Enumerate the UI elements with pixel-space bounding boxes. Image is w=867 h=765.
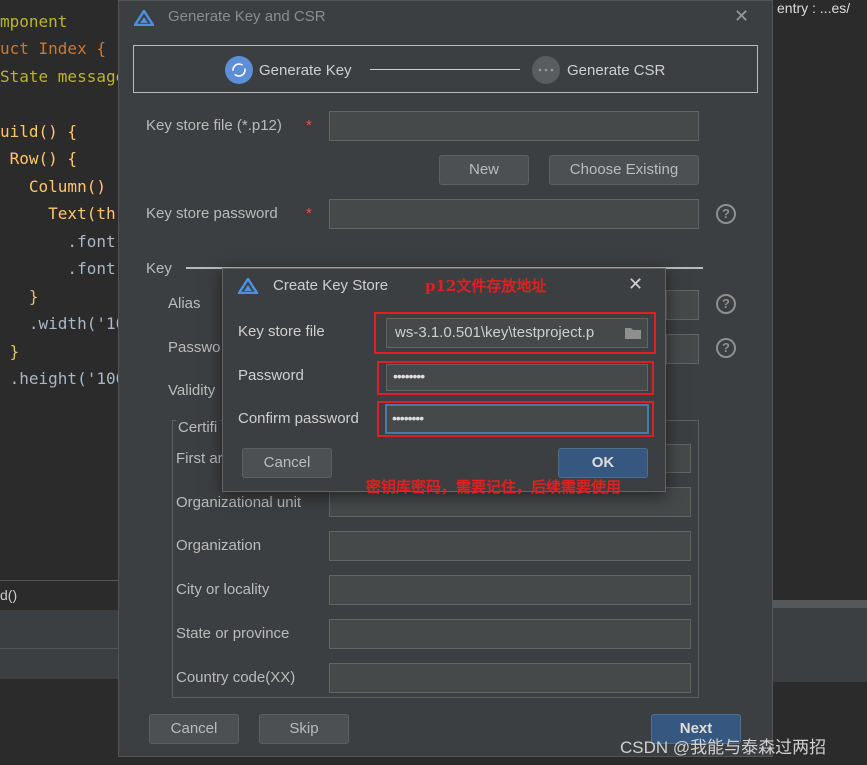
help-icon[interactable]: ? (716, 338, 736, 358)
confirm-password-value: •••••••• (392, 410, 424, 426)
right-tab: entry : ...es/ (773, 0, 867, 18)
country-code-label: Country code(XX) (176, 669, 296, 686)
breadcrumb-text: d() (0, 587, 18, 603)
alias-input[interactable] (666, 290, 699, 320)
editor-gutter (0, 392, 120, 580)
sub-key-store-file-input[interactable]: ws-3.1.0.501\key\testproject.p (386, 318, 648, 348)
structure-breadcrumb: d() (0, 580, 120, 612)
key-store-file-value: ws-3.1.0.501\key\testproject.p (395, 324, 595, 341)
password-annotation: 密钥库密码，需要记住，后续需要使用 (366, 478, 622, 496)
code-line: .width('10 (0, 314, 126, 333)
choose-existing-button[interactable]: Choose Existing (549, 155, 699, 185)
step-generate-key: Generate Key (259, 62, 352, 79)
step-connector (370, 69, 520, 70)
alias-label: Alias (168, 295, 201, 312)
sub-confirm-password-input[interactable]: •••••••• (385, 404, 649, 434)
watermark: CSDN @我能与泰森过两招 (620, 738, 827, 757)
help-icon[interactable]: ? (716, 294, 736, 314)
state-input[interactable] (329, 619, 691, 649)
code-line: } (0, 287, 39, 306)
code-line: Text(th (0, 204, 116, 223)
country-code-input[interactable] (329, 663, 691, 693)
app-logo-icon (134, 10, 154, 26)
key-section-label: Key (146, 260, 172, 277)
sub-confirm-password-label: Confirm password (238, 410, 359, 427)
code-line: } (0, 342, 20, 361)
organizational-unit-label: Organizational unit (176, 494, 302, 511)
state-label: State or province (176, 625, 290, 642)
code-line: .height('100 (0, 369, 126, 388)
app-logo-icon (238, 278, 258, 294)
key-password-label: Passwo (168, 339, 221, 356)
help-icon[interactable]: ? (716, 204, 736, 224)
certificate-legend: Certifi (176, 419, 220, 436)
organization-label: Organization (176, 537, 262, 554)
key-store-file-input[interactable] (329, 111, 699, 141)
step-generate-csr: Generate CSR (567, 62, 666, 79)
validity-label: Validity (168, 382, 216, 399)
required-mark: * (306, 205, 312, 222)
generate-key-step-icon (225, 56, 253, 84)
code-line: mponent (0, 12, 68, 31)
key-password-input[interactable] (666, 334, 699, 364)
code-line: uct Index { (0, 39, 106, 58)
code-line: uild() { (0, 122, 78, 141)
close-icon[interactable]: ✕ (628, 274, 643, 295)
sub-password-label: Password (238, 367, 304, 384)
required-mark: * (306, 117, 312, 134)
sub-cancel-button[interactable]: Cancel (242, 448, 332, 478)
right-scrollbar[interactable] (773, 600, 867, 608)
code-line: State message (0, 67, 126, 86)
code-line: Column() (0, 177, 116, 196)
sub-key-store-file-label: Key store file (238, 323, 325, 340)
dialog-title: Generate Key and CSR (168, 8, 326, 25)
key-store-password-label: Key store password (146, 205, 278, 222)
city-input[interactable] (329, 575, 691, 605)
organization-input[interactable] (329, 531, 691, 561)
close-icon[interactable]: ✕ (734, 6, 749, 27)
code-line: .font (0, 259, 116, 278)
p12-annotation: p12文件存放地址 (425, 277, 547, 295)
first-name-label: First ar (176, 450, 223, 467)
code-line: Row() { (0, 149, 78, 168)
right-editor (773, 22, 867, 602)
ok-button[interactable]: OK (558, 448, 648, 478)
key-store-password-input[interactable] (329, 199, 699, 229)
sub-dialog-title: Create Key Store (273, 277, 389, 294)
city-label: City or locality (176, 581, 270, 598)
right-tool-panel (773, 608, 867, 682)
new-button[interactable]: New (439, 155, 529, 185)
skip-button[interactable]: Skip (259, 714, 349, 744)
folder-icon[interactable] (619, 319, 647, 347)
code-line: .font (0, 232, 116, 251)
key-store-file-label: Key store file (*.p12) (146, 117, 282, 134)
sub-password-input[interactable]: •••••••• (386, 364, 648, 391)
password-value: •••••••• (393, 368, 425, 384)
tool-panel (0, 610, 120, 648)
cancel-button[interactable]: Cancel (149, 714, 239, 744)
generate-csr-step-icon (532, 56, 560, 84)
tool-strip (0, 648, 120, 679)
